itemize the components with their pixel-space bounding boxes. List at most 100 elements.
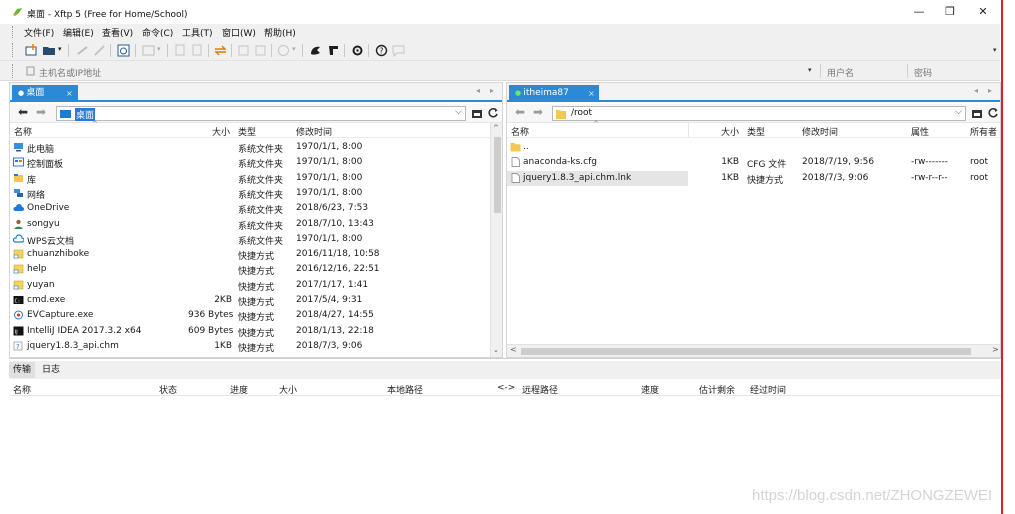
remote-horizontal-scrollbar[interactable]: < > (507, 344, 1000, 357)
menu-edit[interactable]: 编辑(E) (63, 26, 94, 39)
host-input[interactable]: 主机名或IP地址 (39, 66, 101, 79)
col-attributes[interactable]: 属性 (911, 125, 929, 138)
menu-window[interactable]: 窗口(W) (222, 26, 256, 39)
col-elapsed-time[interactable]: 经过时间 (750, 383, 786, 396)
remote-path-field[interactable]: /root ⌵ (552, 106, 966, 121)
compare-icon[interactable] (253, 43, 268, 58)
refresh-window-icon[interactable] (116, 43, 131, 58)
dropdown-arrow-icon[interactable]: ▾ (58, 45, 62, 53)
password-input[interactable]: 密码 (914, 66, 932, 79)
sync-icon[interactable] (236, 43, 251, 58)
col-direction[interactable]: <-> (497, 383, 515, 393)
col-remote-path[interactable]: 远程路径 (522, 383, 558, 396)
menu-file[interactable]: 文件(F) (24, 26, 54, 39)
column-divider[interactable] (688, 123, 689, 137)
col-size[interactable]: 大小 (212, 125, 230, 138)
table-row[interactable]: OneDrive 系统文件夹 2018/6/23, 7:53 (10, 201, 490, 216)
col-estimated-remaining[interactable]: 估计剩余 (699, 383, 735, 396)
refresh-icon[interactable] (987, 107, 999, 119)
host-dropdown-icon[interactable]: ▾ (808, 66, 812, 74)
dropdown-arrow-icon[interactable]: ▾ (157, 45, 161, 53)
tab-scroll-right-icon[interactable]: ▸ (490, 86, 494, 95)
copy-icon[interactable] (173, 43, 188, 58)
tab-scroll-left-icon[interactable]: ◂ (974, 86, 978, 95)
local-path-field[interactable]: 桌面 ⌵ (56, 106, 466, 121)
paste-icon[interactable] (190, 43, 205, 58)
col-modified[interactable]: 修改时间 (802, 125, 838, 138)
col-progress[interactable]: 进度 (230, 383, 248, 396)
globe-icon[interactable] (276, 43, 291, 58)
menu-command[interactable]: 命令(C) (142, 26, 173, 39)
col-type[interactable]: 类型 (747, 125, 765, 138)
tab-close-icon[interactable]: × (66, 85, 73, 102)
col-speed[interactable]: 速度 (641, 383, 659, 396)
back-arrow-icon[interactable]: ⬅ (18, 105, 28, 119)
path-dropdown-icon[interactable]: ⌵ (455, 107, 462, 117)
dropdown-arrow-icon[interactable]: ▾ (292, 45, 296, 53)
col-name[interactable]: 名称 (511, 125, 529, 138)
table-row[interactable]: C: cmd.exe 2KB 快捷方式 2017/5/4, 9:31 (10, 293, 490, 308)
tab-log[interactable]: 日志 (42, 362, 60, 378)
refresh-icon[interactable] (487, 107, 499, 119)
tab-transfers[interactable]: 传输 (9, 362, 36, 378)
col-size[interactable]: 大小 (279, 383, 297, 396)
table-row[interactable]: anaconda-ks.cfg 1KB CFG 文件 2018/7/19, 9:56 -… (507, 155, 1000, 170)
table-row[interactable]: EVCapture.exe 936 Bytes 快捷方式 2018/4/27, 14:… (10, 308, 490, 323)
col-owner[interactable]: 所有者 (970, 125, 997, 138)
col-name[interactable]: 名称 (13, 383, 31, 396)
scroll-thumb[interactable] (494, 137, 501, 213)
table-row[interactable]: IJ IntelliJ IDEA 2017.3.2 x64 609 Bytes 快捷方… (10, 324, 490, 339)
table-row[interactable]: 此电脑 系统文件夹 1970/1/1, 8:00 (10, 140, 490, 155)
table-row[interactable]: chuanzhiboke 快捷方式 2016/11/18, 10:58 (10, 247, 490, 262)
table-row[interactable]: 库 系统文件夹 1970/1/1, 8:00 (10, 171, 490, 186)
table-row[interactable]: songyu 系统文件夹 2018/7/10, 13:43 (10, 217, 490, 232)
tab-scroll-right-icon[interactable]: ▸ (988, 86, 992, 95)
table-row[interactable]: WPS云文档 系统文件夹 1970/1/1, 8:00 (10, 232, 490, 247)
back-arrow-icon[interactable]: ⬅ (515, 105, 525, 119)
forward-arrow-icon[interactable]: ➡ (36, 105, 46, 119)
col-name[interactable]: 名称 (14, 125, 32, 138)
maximize-button[interactable]: ❐ (935, 3, 965, 21)
table-row[interactable]: .. (507, 140, 1000, 155)
settings-gear-icon[interactable] (350, 43, 365, 58)
disconnect-icon[interactable] (92, 43, 107, 58)
username-input[interactable]: 用户名 (827, 66, 854, 79)
toolbar-overflow-icon[interactable]: ▾ (993, 46, 997, 54)
menu-tools[interactable]: 工具(T) (182, 26, 213, 39)
tab-local-desktop[interactable]: ● 桌面 × (12, 85, 78, 102)
col-local-path[interactable]: 本地路径 (387, 383, 423, 396)
transfer-icon[interactable] (213, 43, 228, 58)
open-folder-icon[interactable] (42, 43, 57, 58)
col-type[interactable]: 类型 (238, 125, 256, 138)
help-icon[interactable]: ? (374, 43, 389, 58)
table-row[interactable]: help 快捷方式 2016/12/16, 22:51 (10, 262, 490, 277)
terminal-icon[interactable] (141, 43, 156, 58)
table-row[interactable]: 控制面板 系统文件夹 1970/1/1, 8:00 (10, 155, 490, 170)
menu-help[interactable]: 帮助(H) (264, 26, 296, 39)
new-session-icon[interactable] (24, 43, 39, 58)
chat-icon[interactable] (391, 43, 406, 58)
xftp-icon[interactable] (326, 43, 341, 58)
tab-remote-session[interactable]: ● itheima87 × (509, 85, 599, 102)
table-row[interactable]: ? jquery1.8.3_api.chm 1KB 快捷方式 2018/7/3, 9:0… (10, 339, 490, 354)
col-status[interactable]: 状态 (159, 383, 177, 396)
col-size[interactable]: 大小 (721, 125, 739, 138)
scroll-down-icon[interactable]: ⌄ (493, 346, 499, 354)
tab-scroll-left-icon[interactable]: ◂ (476, 86, 480, 95)
table-row[interactable]: yuyan 快捷方式 2017/1/17, 1:41 (10, 278, 490, 293)
scroll-right-icon[interactable]: > (992, 345, 999, 354)
table-row[interactable]: 网络 系统文件夹 1970/1/1, 8:00 (10, 186, 490, 201)
close-button[interactable]: ✕ (968, 3, 998, 21)
home-folder-icon[interactable] (971, 107, 983, 119)
minimize-button[interactable]: — (904, 3, 934, 21)
forward-arrow-icon[interactable]: ➡ (533, 105, 543, 119)
path-dropdown-icon[interactable]: ⌵ (955, 107, 962, 117)
xshell-icon[interactable] (308, 43, 323, 58)
scroll-up-icon[interactable]: ^ (493, 124, 499, 132)
home-folder-icon[interactable] (471, 107, 483, 119)
table-row[interactable]: jquery1.8.3_api.chm.lnk 1KB 快捷方式 2018/7/3, … (507, 170, 988, 186)
link-icon[interactable] (75, 43, 90, 58)
scroll-thumb[interactable] (521, 348, 971, 355)
col-modified[interactable]: 修改时间 (296, 125, 332, 138)
menu-view[interactable]: 查看(V) (102, 26, 133, 39)
